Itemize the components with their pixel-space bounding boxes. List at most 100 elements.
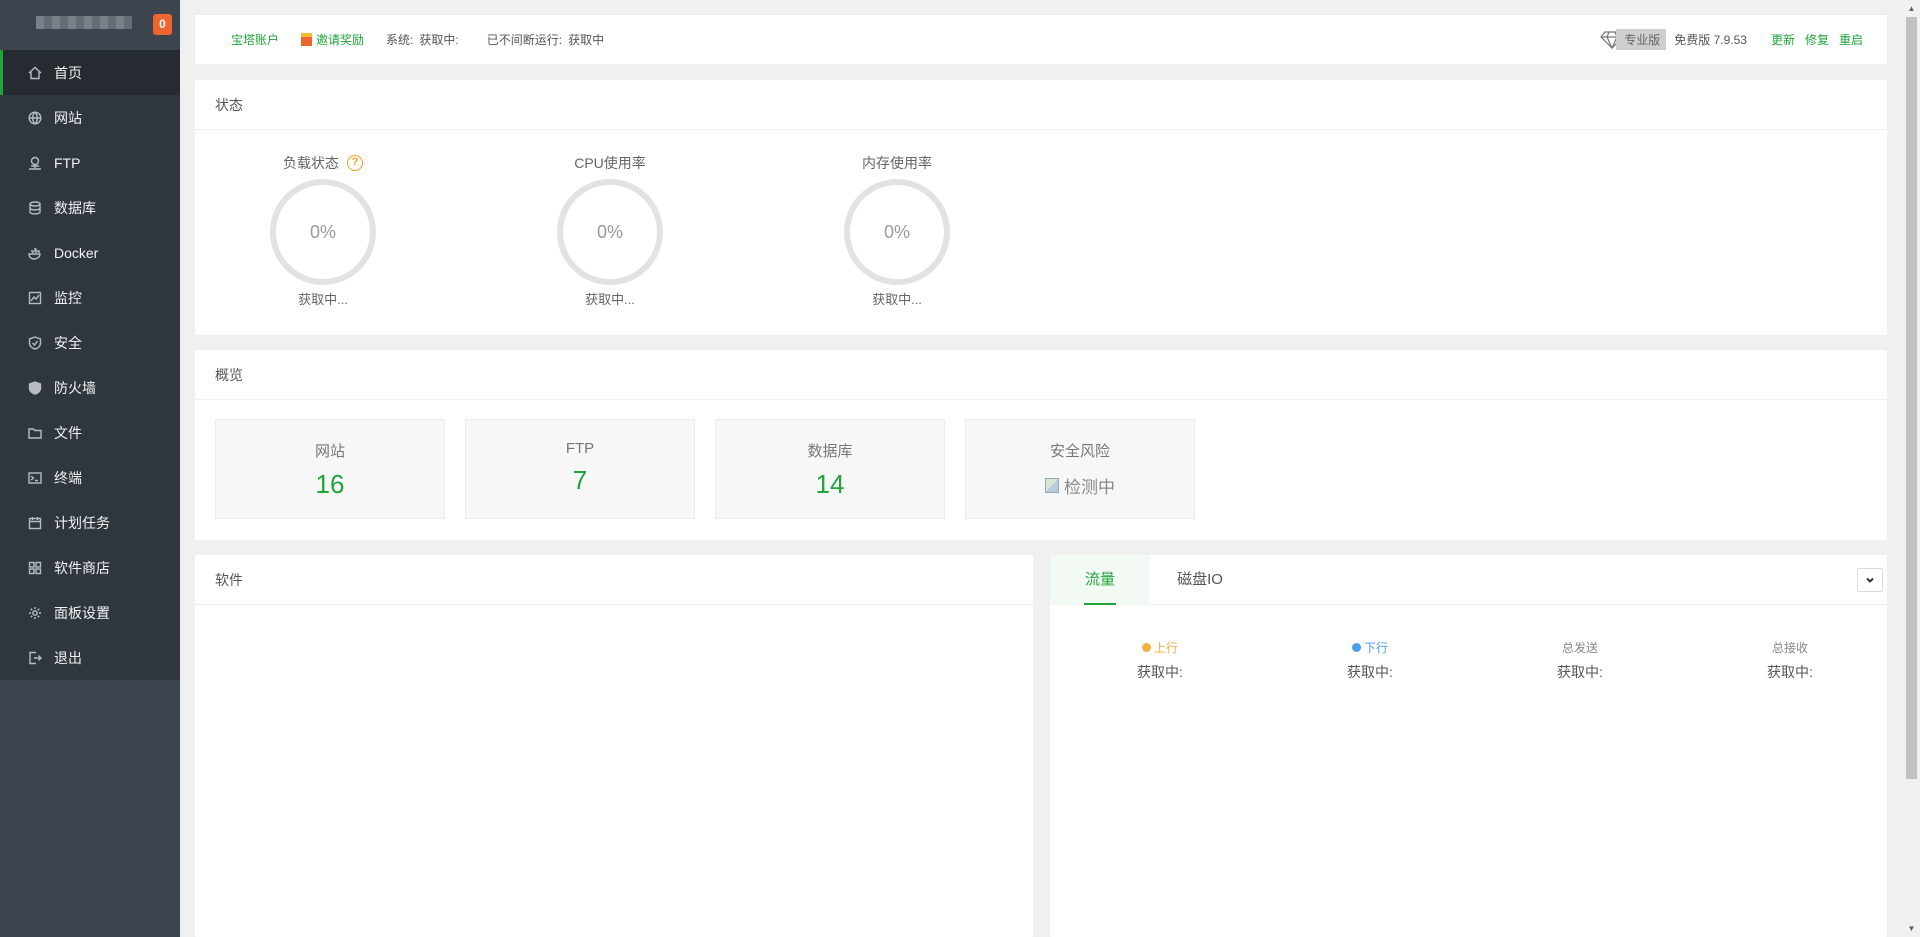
sidebar-item-label: 终端	[54, 469, 82, 486]
bt-account-link[interactable]: 宝塔账户	[231, 31, 279, 48]
software-title: 软件	[195, 555, 1033, 605]
memory-gauge[interactable]: 内存使用率 0% 获取中...	[817, 154, 977, 308]
server-name-blurred	[36, 16, 132, 29]
scrollbar-thumb[interactable]	[1906, 17, 1917, 779]
update-link[interactable]: 更新	[1771, 31, 1795, 48]
status-title: 状态	[195, 80, 1887, 130]
overview-card-security-risk[interactable]: 安全风险 检测中	[965, 419, 1195, 519]
traffic-tabs: 流量 磁盘IO	[1050, 555, 1887, 605]
total-sent-stat: 总发送 获取中:	[1520, 639, 1640, 682]
security-check-status: 检测中	[1045, 473, 1115, 498]
invite-reward-label: 邀请奖励	[316, 33, 365, 47]
sidebar-item-label: 退出	[54, 649, 82, 666]
sidebar-item-logout[interactable]: 退出	[0, 635, 180, 680]
invite-reward-link[interactable]: 邀请奖励	[301, 31, 364, 48]
page-scrollbar[interactable]: ▲ ▼	[1903, 0, 1920, 937]
sidebar-item-security[interactable]: 安全	[0, 320, 180, 365]
sidebar-item-label: 监控	[54, 289, 82, 306]
overview-title: 概览	[195, 350, 1887, 400]
cpu-gauge-status: 获取中...	[585, 292, 635, 307]
load-gauge-label-row: 负载状态 ?	[283, 154, 363, 172]
total-received-label: 总接收	[1771, 641, 1808, 655]
docker-icon	[28, 246, 42, 260]
sidebar-item-docker[interactable]: Docker	[0, 230, 180, 275]
overview-card-databases[interactable]: 数据库 14	[715, 419, 945, 519]
logout-icon	[28, 651, 42, 665]
load-gauge-status: 获取中...	[298, 292, 348, 307]
download-value: 获取中:	[1347, 664, 1393, 680]
software-panel: 软件	[195, 555, 1033, 937]
gear-icon	[28, 606, 42, 620]
chevron-down-icon	[1866, 577, 1874, 583]
sidebar-menu: 首页 网站 FTP 数据库 Docker 监控 安全 防火墙 文件 终端 计划任…	[0, 50, 180, 680]
sidebar-item-app-store[interactable]: 软件商店	[0, 545, 180, 590]
sidebar-item-firewall[interactable]: 防火墙	[0, 365, 180, 410]
download-stat-head: 下行	[1351, 639, 1388, 656]
upload-stat: 上行 获取中:	[1100, 639, 1220, 682]
overview-card-value: 检测中	[1064, 478, 1115, 497]
sidebar-item-terminal[interactable]: 终端	[0, 455, 180, 500]
sidebar-item-label: Docker	[54, 244, 99, 261]
sidebar-item-ftp[interactable]: FTP	[0, 140, 180, 185]
scroll-down-arrow-icon[interactable]: ▼	[1903, 920, 1920, 937]
overview-card-ftp[interactable]: FTP 7	[465, 419, 695, 519]
sidebar-item-label: 首页	[54, 64, 82, 81]
ftp-icon	[28, 156, 42, 170]
top-bar-left: 宝塔账户 邀请奖励 系统: 获取中: 已不间断运行: 获取中	[231, 15, 610, 64]
notification-badge[interactable]: 0	[153, 14, 172, 35]
uptime-label: 已不间断运行:	[486, 33, 563, 47]
download-dot-icon	[1351, 643, 1361, 652]
total-received-value: 获取中:	[1767, 664, 1813, 680]
gift-icon	[301, 33, 313, 46]
sidebar-item-monitor[interactable]: 监控	[0, 275, 180, 320]
total-sent-value: 获取中:	[1557, 664, 1603, 680]
sidebar-item-home[interactable]: 首页	[0, 50, 180, 95]
total-received-stat: 总接收 获取中:	[1730, 639, 1850, 682]
sidebar-item-settings[interactable]: 面板设置	[0, 590, 180, 635]
globe-icon	[28, 110, 42, 125]
memory-gauge-ring: 0%	[844, 179, 950, 285]
overview-card-websites[interactable]: 网站 16	[215, 419, 445, 519]
network-select-dropdown[interactable]	[1857, 568, 1883, 592]
overview-card-value: 16	[315, 469, 345, 499]
sidebar-item-label: 网站	[54, 109, 82, 126]
firewall-shield-icon	[28, 380, 42, 395]
overview-panel: 概览 网站 16 FTP 7 数据库 14 安全风险 检测中	[195, 350, 1887, 540]
upload-stat-head: 上行	[1141, 639, 1178, 656]
tab-disk-io[interactable]: 磁盘IO	[1150, 555, 1250, 605]
home-icon	[28, 66, 42, 80]
sidebar-item-label: 面板设置	[54, 604, 110, 621]
download-label: 下行	[1363, 641, 1388, 655]
pro-edition-tag[interactable]: 专业版	[1616, 29, 1667, 50]
sidebar-item-files[interactable]: 文件	[0, 410, 180, 455]
total-sent-label: 总发送	[1561, 641, 1598, 655]
folder-icon	[28, 426, 42, 440]
sidebar-item-label: FTP	[54, 154, 81, 171]
restart-link[interactable]: 重启	[1839, 31, 1863, 48]
calendar-icon	[28, 516, 42, 530]
sidebar: 0 首页 网站 FTP 数据库 Docker 监控 安全 防火墙 文件 终端 计…	[0, 0, 180, 937]
sidebar-header: 0	[0, 0, 180, 50]
top-bar: 宝塔账户 邀请奖励 系统: 获取中: 已不间断运行: 获取中 专业版 免费版 7…	[195, 15, 1887, 64]
cpu-gauge-ring: 0%	[557, 179, 663, 285]
overview-card-value: 14	[815, 469, 845, 499]
overview-card-value: 7	[572, 465, 588, 495]
sidebar-item-website[interactable]: 网站	[0, 95, 180, 140]
cpu-gauge-label: CPU使用率	[574, 155, 646, 171]
help-icon[interactable]: ?	[347, 155, 363, 171]
scroll-up-arrow-icon[interactable]: ▲	[1903, 0, 1920, 17]
sidebar-item-database[interactable]: 数据库	[0, 185, 180, 230]
upload-label: 上行	[1153, 641, 1178, 655]
sidebar-item-label: 软件商店	[54, 559, 110, 576]
load-gauge-ring: 0%	[270, 179, 376, 285]
load-gauge[interactable]: 负载状态 ? 0% 获取中...	[243, 154, 403, 308]
sidebar-item-cron[interactable]: 计划任务	[0, 500, 180, 545]
overview-card-label: FTP	[565, 440, 595, 457]
tab-traffic[interactable]: 流量	[1050, 555, 1150, 605]
upload-dot-icon	[1141, 643, 1151, 652]
repair-link[interactable]: 修复	[1805, 31, 1829, 48]
overview-card-label: 数据库	[807, 443, 853, 460]
cpu-gauge[interactable]: CPU使用率 0% 获取中...	[530, 154, 690, 308]
grid-icon	[28, 561, 42, 575]
traffic-panel: 流量 磁盘IO 上行 获取中: 下行 获取中: 总发送 获取中: 总接收 获取中…	[1050, 555, 1887, 937]
